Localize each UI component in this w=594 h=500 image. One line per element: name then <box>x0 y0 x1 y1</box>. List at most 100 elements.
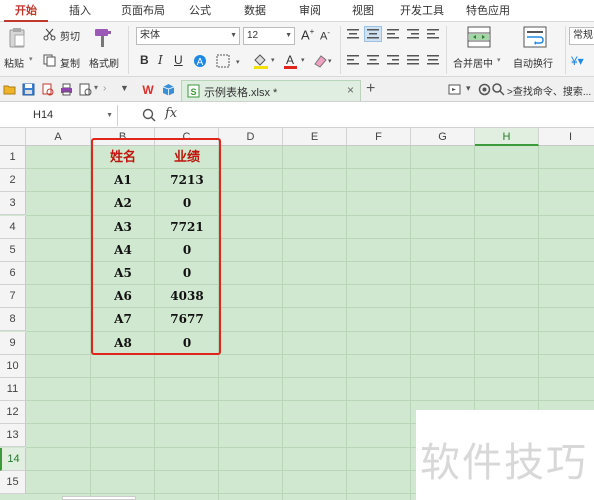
merge-center-button[interactable]: 合并居中 <box>453 55 493 70</box>
tab-developer[interactable]: 开发工具 <box>396 0 448 22</box>
justify-icon[interactable] <box>406 54 420 66</box>
tab-view[interactable]: 视图 <box>343 0 383 22</box>
font-name-select[interactable]: 宋体 ▼ <box>136 27 240 45</box>
tab-data[interactable]: 数据 <box>235 0 275 22</box>
italic-button[interactable]: I <box>158 53 163 67</box>
save-icon[interactable] <box>22 83 35 96</box>
align-top-icon[interactable] <box>346 28 360 40</box>
copy-icon <box>42 53 56 67</box>
row-header-6[interactable]: 6 <box>0 262 26 285</box>
copy-button[interactable]: 复制 <box>60 55 80 70</box>
column-header-a[interactable]: A <box>26 128 91 146</box>
clear-format-icon[interactable]: ▾ <box>311 51 333 71</box>
chevron-down-icon[interactable]: ▾ <box>497 56 501 64</box>
svg-text:▾: ▾ <box>236 59 240 66</box>
column-header-i[interactable]: I <box>539 128 594 146</box>
close-icon[interactable]: × <box>347 83 354 97</box>
indent-icon[interactable] <box>406 28 420 40</box>
settings-icon[interactable] <box>478 83 491 96</box>
text-effect-icon[interactable]: A <box>192 53 208 69</box>
decrease-font-icon[interactable]: A- <box>320 28 330 43</box>
undo-icon[interactable]: › <box>103 83 106 94</box>
tab-insert[interactable]: 插入 <box>60 0 100 22</box>
document-tab[interactable]: S 示例表格.xlsx * × <box>181 80 361 101</box>
row-header-11[interactable]: 11 <box>0 378 26 401</box>
tab-review[interactable]: 审阅 <box>290 0 330 22</box>
increase-font-icon[interactable]: A+ <box>301 27 314 42</box>
align-bottom-icon[interactable] <box>386 28 400 40</box>
column-header-f[interactable]: F <box>347 128 411 146</box>
wrap-text-button[interactable]: 自动换行 <box>513 55 553 70</box>
column-header-g[interactable]: G <box>411 128 475 146</box>
divider <box>446 26 447 74</box>
font-size-select[interactable]: 12 ▼ <box>243 27 295 45</box>
paste-button[interactable]: 粘贴 <box>4 55 24 70</box>
name-box[interactable]: H14 ▼ <box>0 105 118 126</box>
new-tab-button[interactable]: + <box>366 80 375 98</box>
chevron-down-icon[interactable]: ▼ <box>120 83 129 93</box>
font-name-value: 宋体 <box>140 30 160 41</box>
tab-page-layout[interactable]: 页面布局 <box>110 0 176 22</box>
column-header-d[interactable]: D <box>219 128 283 146</box>
open-folder-icon[interactable] <box>3 83 16 96</box>
align-right-icon[interactable] <box>386 54 400 66</box>
row-header-13[interactable]: 13 <box>0 424 26 448</box>
scissors-icon <box>42 27 56 41</box>
command-search[interactable]: >查找命令、搜索... <box>507 83 591 98</box>
border-icon[interactable]: ▾ <box>215 53 243 69</box>
format-painter-button[interactable]: 格式刷 <box>89 55 119 70</box>
cut-button[interactable]: 剪切 <box>60 28 80 43</box>
print-preview-icon[interactable] <box>41 83 54 96</box>
currency-icon[interactable]: ¥▾ <box>571 54 584 68</box>
fullscreen-icon[interactable] <box>448 83 461 96</box>
cube-icon[interactable] <box>162 83 175 96</box>
divider <box>128 26 129 74</box>
font-color-icon[interactable]: A ▾ <box>281 51 307 71</box>
row-header-15[interactable]: 15 <box>0 470 26 494</box>
formula-bar: H14 ▼ fx <box>0 103 594 128</box>
wps-logo-icon[interactable]: W <box>140 83 156 96</box>
row-header-10[interactable]: 10 <box>0 354 26 378</box>
underline-button[interactable]: U <box>174 53 183 67</box>
select-all-corner[interactable] <box>0 128 26 146</box>
insert-function-button[interactable]: fx <box>165 106 177 121</box>
outdent-icon[interactable] <box>426 28 440 40</box>
align-left-icon[interactable] <box>346 54 360 66</box>
watermark-text: 软件技巧 <box>420 440 588 486</box>
chevron-down-icon[interactable]: ▾ <box>466 83 471 94</box>
paste-dropdown-icon[interactable]: ▾ <box>29 55 33 63</box>
export-icon[interactable] <box>79 83 92 96</box>
zoom-icon[interactable] <box>142 108 156 122</box>
sheet-tab[interactable] <box>62 496 136 500</box>
paste-icon[interactable] <box>6 26 28 50</box>
align-middle-icon[interactable] <box>364 26 382 42</box>
column-header-e[interactable]: E <box>283 128 347 146</box>
highlight-box <box>91 138 221 355</box>
distributed-icon[interactable] <box>426 54 440 66</box>
format-painter-icon[interactable] <box>92 26 114 50</box>
tab-home[interactable]: 开始 <box>4 0 48 22</box>
column-header-h[interactable]: H <box>475 128 539 146</box>
row-header-8[interactable]: 8 <box>0 308 26 332</box>
wrap-text-icon[interactable] <box>522 25 548 49</box>
row-header-1[interactable]: 1 <box>0 146 26 169</box>
chevron-down-icon[interactable]: ▾ <box>94 83 98 92</box>
row-header-4[interactable]: 4 <box>0 215 26 239</box>
row-header-12[interactable]: 12 <box>0 401 26 425</box>
row-header-2[interactable]: 2 <box>0 169 26 193</box>
bold-button[interactable]: B <box>140 53 149 67</box>
row-header-5[interactable]: 5 <box>0 238 26 262</box>
tab-formulas[interactable]: 公式 <box>180 0 220 22</box>
row-header-14[interactable]: 14 <box>0 447 26 471</box>
merge-center-icon[interactable] <box>466 25 492 49</box>
row-header-3[interactable]: 3 <box>0 192 26 216</box>
row-header-7[interactable]: 7 <box>0 285 26 309</box>
align-center-icon[interactable] <box>366 54 380 66</box>
number-format-select[interactable]: 常规 <box>569 27 594 45</box>
ribbon-toolbar: 粘贴 ▾ 剪切 复制 格式刷 宋体 ▼ 12 ▼ A+ A- B I U A ▾… <box>0 22 594 77</box>
fill-color-icon[interactable]: ▾ <box>251 51 277 71</box>
search-icon <box>492 83 505 96</box>
tab-special[interactable]: 特色应用 <box>458 0 518 22</box>
print-icon[interactable] <box>60 83 73 96</box>
row-header-9[interactable]: 9 <box>0 331 26 355</box>
